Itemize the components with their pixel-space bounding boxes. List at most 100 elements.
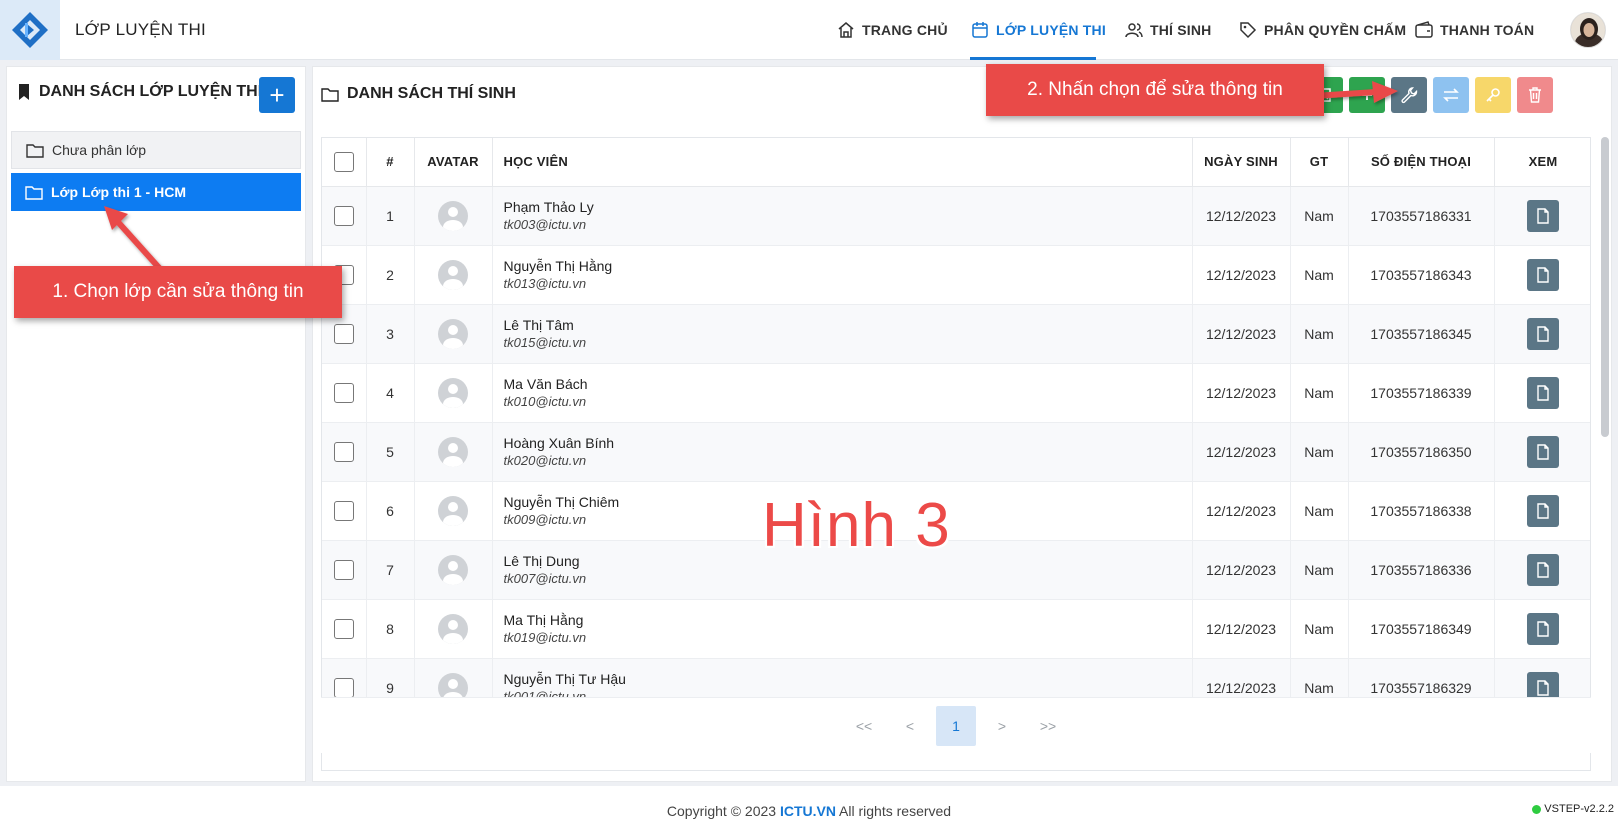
nav-payment-label: THANH TOÁN: [1440, 22, 1535, 38]
app-logo[interactable]: [0, 0, 60, 60]
add-candidate-button[interactable]: [1349, 77, 1385, 113]
class-item-selected[interactable]: Lớp Lớp thi 1 - HCM: [11, 173, 301, 211]
nav-grading-permissions[interactable]: PHÂN QUYỀN CHẤM: [1238, 0, 1406, 60]
student-name: Nguyễn Thị Hằng: [503, 258, 613, 274]
student-email: tk010@ictu.vn: [503, 394, 587, 409]
reset-password-button[interactable]: [1475, 77, 1511, 113]
nav-classes[interactable]: LỚP LUYỆN THI: [970, 0, 1106, 60]
row-checkbox[interactable]: [333, 618, 354, 639]
nav-candidates[interactable]: THÍ SINH: [1124, 0, 1212, 60]
folder-icon: [26, 144, 44, 158]
folder-icon: [321, 88, 339, 102]
user-avatar[interactable]: [1570, 12, 1606, 48]
row-avatar-cell: [414, 422, 493, 482]
table-scrollbar[interactable]: [1601, 137, 1609, 437]
table-row[interactable]: 1 Phạm Thảo Ly tk003@ictu.vn 12/12/2023 Nam 1…: [322, 186, 1590, 246]
document-icon: [1537, 266, 1549, 283]
table-row[interactable]: 5 Hoàng Xuân Bính tk020@ictu.vn 12/12/2023 N…: [322, 422, 1590, 482]
wrench-icon: [1401, 87, 1418, 104]
status-dot-icon: [1532, 804, 1542, 814]
table-row[interactable]: 3 Lê Thị Tâm tk015@ictu.vn 12/12/2023 Nam 170…: [322, 304, 1590, 364]
nav-classes-label: LỚP LUYỆN THI: [996, 22, 1106, 38]
nav-home[interactable]: TRANG CHỦ: [836, 0, 948, 60]
row-checkbox[interactable]: [333, 382, 354, 403]
row-checkbox[interactable]: [333, 323, 354, 344]
view-details-button[interactable]: [1527, 376, 1559, 409]
student-name: Nguyễn Thị Tư Hậu: [503, 671, 626, 687]
class-item-unassigned[interactable]: Chưa phân lớp: [11, 131, 301, 169]
view-details-button[interactable]: [1527, 199, 1559, 232]
row-checkbox[interactable]: [333, 441, 354, 462]
row-avatar-cell: [414, 363, 493, 423]
copyright-brand-link[interactable]: ICTU.VN: [780, 803, 836, 819]
row-checkbox[interactable]: [333, 500, 354, 521]
footer: Copyright © 2023 ICTU.VN All rights rese…: [0, 786, 1618, 836]
view-details-button[interactable]: [1527, 553, 1559, 586]
row-checkbox[interactable]: [333, 559, 354, 580]
row-avatar-cell: [414, 599, 493, 659]
nav-active-indicator: [970, 57, 1096, 60]
student-email: tk003@ictu.vn: [503, 217, 587, 232]
row-avatar-cell: [414, 186, 493, 246]
page-last-button[interactable]: >>: [1028, 706, 1068, 746]
key-icon: [1486, 88, 1500, 102]
home-icon: [838, 22, 854, 38]
nav-payment[interactable]: THANH TOÁN: [1414, 0, 1534, 60]
table-row[interactable]: 2 Nguyễn Thị Hằng tk013@ictu.vn 12/12/2023 N…: [322, 245, 1590, 305]
student-email: tk019@ictu.vn: [503, 630, 587, 645]
callout-step2: 2. Nhấn chọn để sửa thông tin: [986, 64, 1324, 116]
view-details-button[interactable]: [1527, 258, 1559, 291]
col-student: HỌC VIÊN: [492, 138, 1193, 187]
logo-icon: [12, 12, 48, 48]
pagination: << < 1 > >>: [321, 697, 1591, 753]
candidate-list-title: DANH SÁCH THÍ SINH: [321, 85, 516, 103]
class-list-title-text: DANH SÁCH LỚP LUYỆN THI: [39, 83, 263, 100]
page-current-button[interactable]: 1: [936, 705, 976, 746]
table-row[interactable]: 8 Ma Thị Hằng tk019@ictu.vn 12/12/2023 Nam 17…: [322, 599, 1590, 659]
document-icon: [1537, 620, 1549, 637]
view-details-button[interactable]: [1527, 612, 1559, 645]
row-select-cell: [322, 599, 367, 659]
row-select-cell: [322, 540, 367, 600]
table-row[interactable]: 6 Nguyễn Thị Chiêm tk009@ictu.vn 12/12/2023…: [322, 481, 1590, 541]
page-next-button[interactable]: >: [982, 706, 1022, 746]
row-checkbox[interactable]: [333, 205, 354, 226]
row-gender: Nam: [1290, 245, 1349, 305]
document-icon: [1537, 679, 1549, 696]
student-name: Ma Thị Hằng: [503, 612, 584, 628]
view-details-button[interactable]: [1527, 494, 1559, 527]
col-view: XEM: [1494, 138, 1590, 187]
nav-grading-label: PHÂN QUYỀN CHẤM: [1264, 22, 1407, 38]
edit-class-button[interactable]: [1391, 77, 1427, 113]
row-phone: 1703557186345: [1348, 304, 1495, 364]
add-class-button[interactable]: +: [259, 77, 295, 113]
callout-step1: 1. Chọn lớp cần sửa thông tin: [14, 266, 342, 318]
row-student-cell: Nguyễn Thị Hằng tk013@ictu.vn: [492, 245, 1193, 305]
row-phone: 1703557186336: [1348, 540, 1495, 600]
transfer-class-button[interactable]: [1433, 77, 1469, 113]
document-icon: [1537, 502, 1549, 519]
select-all-checkbox[interactable]: [333, 151, 354, 172]
document-icon: [1537, 384, 1549, 401]
row-dob: 12/12/2023: [1192, 599, 1291, 659]
row-dob: 12/12/2023: [1192, 363, 1291, 423]
row-gender: Nam: [1290, 540, 1349, 600]
top-header: LỚP LUYỆN THI TRANG CHỦ LỚP LUYỆN THI TH…: [0, 0, 1618, 60]
table-row[interactable]: 7 Lê Thị Dung tk007@ictu.vn 12/12/2023 Nam 17…: [322, 540, 1590, 600]
version-text: VSTEP-v2.2.2: [1544, 803, 1614, 815]
row-checkbox[interactable]: [333, 677, 354, 698]
bookmark-icon: [19, 84, 29, 100]
table-row[interactable]: 4 Ma Văn Bách tk010@ictu.vn 12/12/2023 Nam 17…: [322, 363, 1590, 423]
page-prev-button[interactable]: <: [890, 706, 930, 746]
view-details-button[interactable]: [1527, 435, 1559, 468]
row-view-cell: [1494, 540, 1590, 600]
avatar-placeholder-icon: [438, 436, 468, 467]
row-index: 7: [366, 540, 415, 600]
view-details-button[interactable]: [1527, 317, 1559, 350]
row-avatar-cell: [414, 304, 493, 364]
class-item-label: Lớp Lớp thi 1 - HCM: [51, 184, 186, 200]
row-index: 5: [366, 422, 415, 482]
row-gender: Nam: [1290, 186, 1349, 246]
delete-class-button[interactable]: [1517, 77, 1553, 113]
page-first-button[interactable]: <<: [844, 706, 884, 746]
